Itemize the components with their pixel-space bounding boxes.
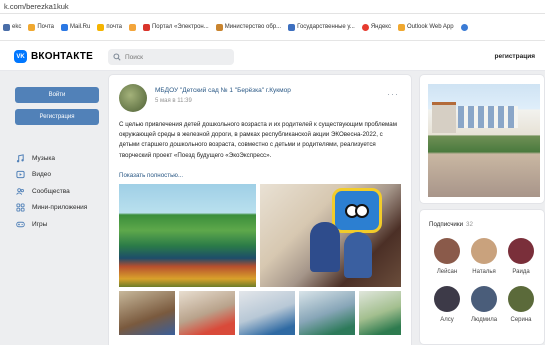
- post-text: С целью привлечения детей дошкольного во…: [119, 121, 397, 159]
- bookmark-icon: [398, 23, 405, 31]
- post-photo-thumbnail[interactable]: [299, 291, 355, 335]
- vk-logo-icon: VK: [14, 50, 27, 63]
- group-avatar[interactable]: [119, 84, 147, 112]
- bookmark-icon: [215, 23, 223, 31]
- video-icon: [16, 171, 25, 179]
- sidebar-item-communities[interactable]: Сообщества: [16, 183, 87, 200]
- bookmark-icon: [288, 23, 296, 31]
- sidebar-nav: Музыка Видео Сообщества Мини-приложения …: [16, 150, 87, 233]
- wall-post: МБДОУ "Детский сад № 1 "Берёзка" г.Кукмо…: [108, 74, 412, 345]
- avatar: [434, 286, 460, 312]
- robot-figure: [332, 188, 382, 233]
- subscriber-item[interactable]: Наталья: [466, 238, 502, 275]
- communities-icon: [16, 188, 24, 195]
- bookmark-icon: [128, 23, 136, 31]
- header-register-link[interactable]: регистрация: [495, 53, 535, 60]
- sidebar-item-music[interactable]: Музыка: [16, 150, 87, 167]
- avatar: [471, 286, 497, 312]
- bookmark-item[interactable]: [460, 23, 468, 31]
- show-more-link[interactable]: Показать полностью...: [119, 172, 183, 179]
- bookmark-item[interactable]: почта: [97, 23, 122, 31]
- bookmark-item[interactable]: Портал «Электрон...: [142, 23, 209, 31]
- bookmark-icon: [28, 23, 36, 31]
- subscriber-item[interactable]: Лейсан: [429, 238, 465, 275]
- subscriber-item[interactable]: Алсу: [429, 286, 465, 323]
- browser-url: k.com/berezka1kuk: [4, 2, 69, 11]
- post-more-icon[interactable]: ···: [387, 89, 399, 99]
- post-photo-train-model[interactable]: [119, 184, 256, 287]
- group-name-link[interactable]: МБДОУ "Детский сад № 1 "Берёзка" г.Кукмо…: [155, 87, 291, 94]
- bookmark-item[interactable]: Государственные у...: [288, 23, 355, 31]
- bookmarks-bar: ekc Почта Mail.Ru почта Портал «Электрон…: [0, 14, 545, 41]
- sidebar-item-games[interactable]: Игры: [16, 216, 87, 233]
- games-icon: [16, 221, 25, 227]
- vk-logo-text: ВКОНТАКТЕ: [31, 51, 93, 62]
- avatar: [434, 238, 460, 264]
- sidebar-item-label: Мини-приложения: [32, 204, 88, 212]
- subscriber-item[interactable]: Раида: [503, 238, 539, 275]
- sidebar-item-label: Сообщества: [32, 187, 70, 195]
- avatar: [508, 238, 534, 264]
- child-figure: [310, 222, 340, 272]
- bookmark-icon: [361, 23, 369, 31]
- post-photo-children-robot[interactable]: [260, 184, 401, 287]
- group-cover-photo[interactable]: [419, 74, 545, 204]
- post-photo-thumbnail[interactable]: [119, 291, 175, 335]
- bookmark-item[interactable]: [128, 23, 136, 31]
- vk-header: VK ВКОНТАКТЕ регистрация: [0, 41, 545, 71]
- post-photo-thumbnail[interactable]: [179, 291, 235, 335]
- bookmark-item[interactable]: Outlook Web App: [398, 23, 454, 31]
- bookmark-icon: [460, 23, 468, 31]
- avatar: [471, 238, 497, 264]
- sidebar-item-apps[interactable]: Мини-приложения: [16, 200, 87, 217]
- register-button[interactable]: Регистрация: [15, 109, 99, 125]
- subscribers-block: Подписчики 32 Лейсан Наталья Раида Алсу Л…: [419, 209, 545, 345]
- bookmark-icon: [61, 23, 69, 31]
- post-photo-thumbnail[interactable]: [359, 291, 401, 335]
- vk-logo[interactable]: VK ВКОНТАКТЕ: [14, 50, 93, 63]
- post-photo-thumbnail[interactable]: [239, 291, 295, 335]
- browser-address-bar[interactable]: k.com/berezka1kuk: [0, 0, 545, 14]
- bookmark-item[interactable]: ekc: [3, 23, 21, 31]
- child-figure: [344, 232, 372, 278]
- login-button[interactable]: Войти: [15, 87, 99, 103]
- apps-icon: [16, 203, 25, 212]
- sidebar-item-video[interactable]: Видео: [16, 167, 87, 184]
- subscribers-count: 32: [466, 221, 473, 228]
- music-icon: [16, 154, 24, 163]
- bookmark-item[interactable]: Яндекс: [361, 23, 391, 31]
- subscribers-title[interactable]: Подписчики 32: [429, 221, 473, 228]
- search-icon: [113, 53, 121, 61]
- search-input[interactable]: [125, 53, 225, 61]
- sidebar-item-label: Музыка: [32, 154, 55, 162]
- bookmark-icon: [142, 23, 150, 31]
- bookmark-icon: [3, 23, 10, 31]
- avatar: [508, 286, 534, 312]
- subscriber-item[interactable]: Серина: [503, 286, 539, 323]
- bookmark-item[interactable]: Почта: [28, 23, 54, 31]
- kindergarten-building-image: [428, 84, 540, 197]
- post-date[interactable]: 5 мая в 11:39: [155, 98, 192, 104]
- bookmark-item[interactable]: Министерство обр...: [215, 23, 281, 31]
- sidebar-item-label: Игры: [32, 220, 48, 228]
- search-box[interactable]: [108, 49, 234, 65]
- bookmark-icon: [97, 23, 105, 31]
- sidebar-item-label: Видео: [32, 171, 51, 179]
- subscriber-item[interactable]: Людмила: [466, 286, 502, 323]
- bookmark-item[interactable]: Mail.Ru: [61, 23, 90, 31]
